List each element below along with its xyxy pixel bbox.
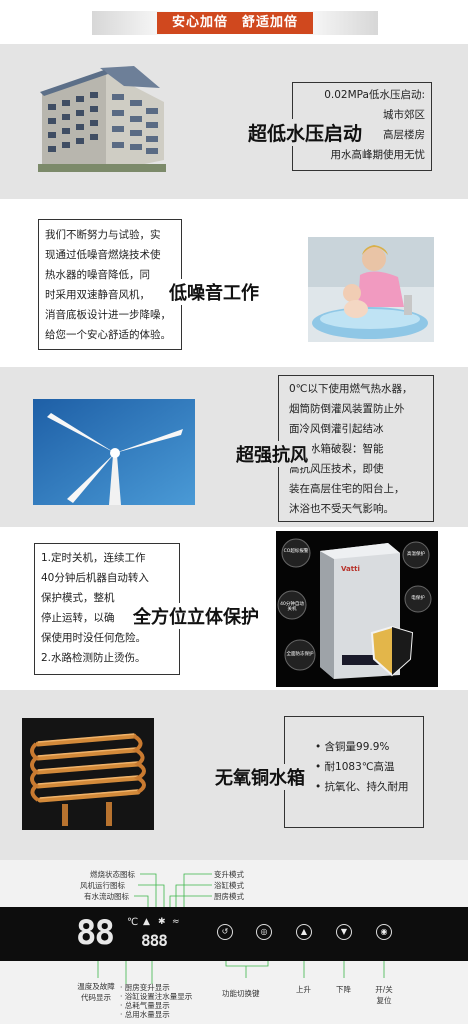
label-power-reset: 开/关复位	[375, 985, 393, 1005]
section-low-noise: 我们不断努力与试验，实 现通过低噪音燃烧技术使 热水器的噪音降低，同 时采用双速…	[0, 199, 468, 367]
flame-icon: ▲	[143, 917, 150, 927]
section-full-protection: 1.定时关机，连续工作 40分钟后机器自动转入 保护模式，整机 停止运转，以确 …	[0, 527, 468, 690]
section-heading: 全方位立体保护	[130, 603, 262, 629]
text-line: 烟筒防倒灌风装置防止外	[289, 403, 405, 415]
text-line: 面冷风倒灌引起结冰	[289, 423, 384, 435]
text-line: • 抗氧化、持久耐用	[315, 781, 409, 793]
function-switch-button[interactable]: ↺	[217, 924, 233, 940]
display-panel: 88 ℃ ▲ ✱ ≈ 888 ↺ ◎ ▲ ▼ ◉	[0, 907, 468, 961]
bubble-label: 高温保护	[407, 552, 425, 557]
bubble-label: 全面防冻保护	[286, 652, 314, 657]
volume-display: 888	[141, 931, 168, 950]
text-line: • 含铜量99.9%	[315, 741, 390, 753]
label-function-switch: 功能切换键	[222, 989, 260, 998]
up-button[interactable]: ▲	[296, 924, 312, 940]
label-temp-display: 温度及故障代码显示	[77, 982, 115, 1002]
text-line: • 耐1083℃高温	[315, 761, 395, 773]
text-line: 40分钟后机器自动转入	[41, 572, 149, 584]
wind-turbine-image	[33, 399, 195, 505]
section-heading: 超低水压启动	[246, 119, 365, 146]
bubble-label: CO超标报警	[283, 549, 309, 554]
text-line: 2.水路检测防止烫伤。	[41, 652, 146, 664]
text-line: 现通过低噪音燃烧技术使	[45, 249, 161, 261]
power-button[interactable]: ◉	[376, 924, 392, 940]
mother-baby-bath-image	[308, 237, 434, 342]
text-line: 消音底板设计进一步降噪，	[45, 309, 171, 321]
water-flow-icon: ≈	[172, 917, 180, 927]
fan-icon: ✱	[158, 917, 166, 927]
label-up: 上升	[296, 985, 311, 994]
header-title: 安心加倍 舒适加倍	[157, 12, 313, 34]
text-line: 时采用双速静音风机，	[45, 289, 150, 301]
section-heading: 超强抗风	[232, 441, 312, 467]
text-line: 0.02MPa低水压启动:	[324, 89, 425, 101]
text-line: 用水高峰期使用无忧	[330, 149, 426, 161]
text-line: 我们不断努力与试验，实	[45, 229, 161, 241]
text-line: 装在高层住宅的阳台上，	[289, 483, 405, 495]
text-line: 保使用时没任何危险。	[41, 632, 146, 644]
section-low-pressure: 0.02MPa低水压启动: 城市郊区 高层楼房 用水高峰期使用无忧 超低水压启动	[0, 44, 468, 199]
label-list-item: · 总用水量显示	[120, 1010, 170, 1019]
text-line: 热水器的噪音降低，同	[45, 269, 150, 281]
section-heading: 低噪音工作	[166, 279, 262, 305]
celsius-unit: ℃	[127, 917, 139, 928]
low-noise-textbox: 我们不断努力与试验，实 现通过低噪音燃烧技术使 热水器的噪音降低，同 时采用双速…	[38, 219, 182, 350]
copper-tank-image	[22, 718, 154, 830]
brand-logo: Vatti	[341, 565, 360, 573]
section-heading: 无氧铜水箱	[212, 764, 308, 790]
text-line: 1.定时关机，连续工作	[41, 552, 146, 564]
label-down: 下降	[336, 985, 351, 994]
water-heater-image: Vatti CO超标报警 40分钟自动关机 高温保护 全面防冻保护 电保护	[276, 531, 438, 687]
text-line: 沐浴也不受天气影响。	[289, 503, 394, 515]
temperature-display: 88	[76, 913, 115, 953]
down-button[interactable]: ▼	[336, 924, 352, 940]
settings-button[interactable]: ◎	[256, 924, 272, 940]
bubble-label: 40分钟自动关机	[280, 602, 304, 612]
building-image	[34, 64, 168, 174]
text-line: 0℃以下使用燃气热水器，	[289, 383, 413, 395]
text-line: 给您一个安心舒适的体验。	[45, 329, 171, 341]
section-wind-resistance: 0℃以下使用燃气热水器， 烟筒防倒灌风装置防止外 面冷风倒灌引起结冰 导致水箱破…	[0, 367, 468, 527]
header-banner: 安心加倍 舒适加倍	[0, 0, 468, 44]
bubble-label: 电保护	[411, 596, 425, 601]
section-copper-tank: • 含铜量99.9% • 耐1083℃高温 • 抗氧化、持久耐用 无氧铜水箱	[0, 690, 468, 860]
